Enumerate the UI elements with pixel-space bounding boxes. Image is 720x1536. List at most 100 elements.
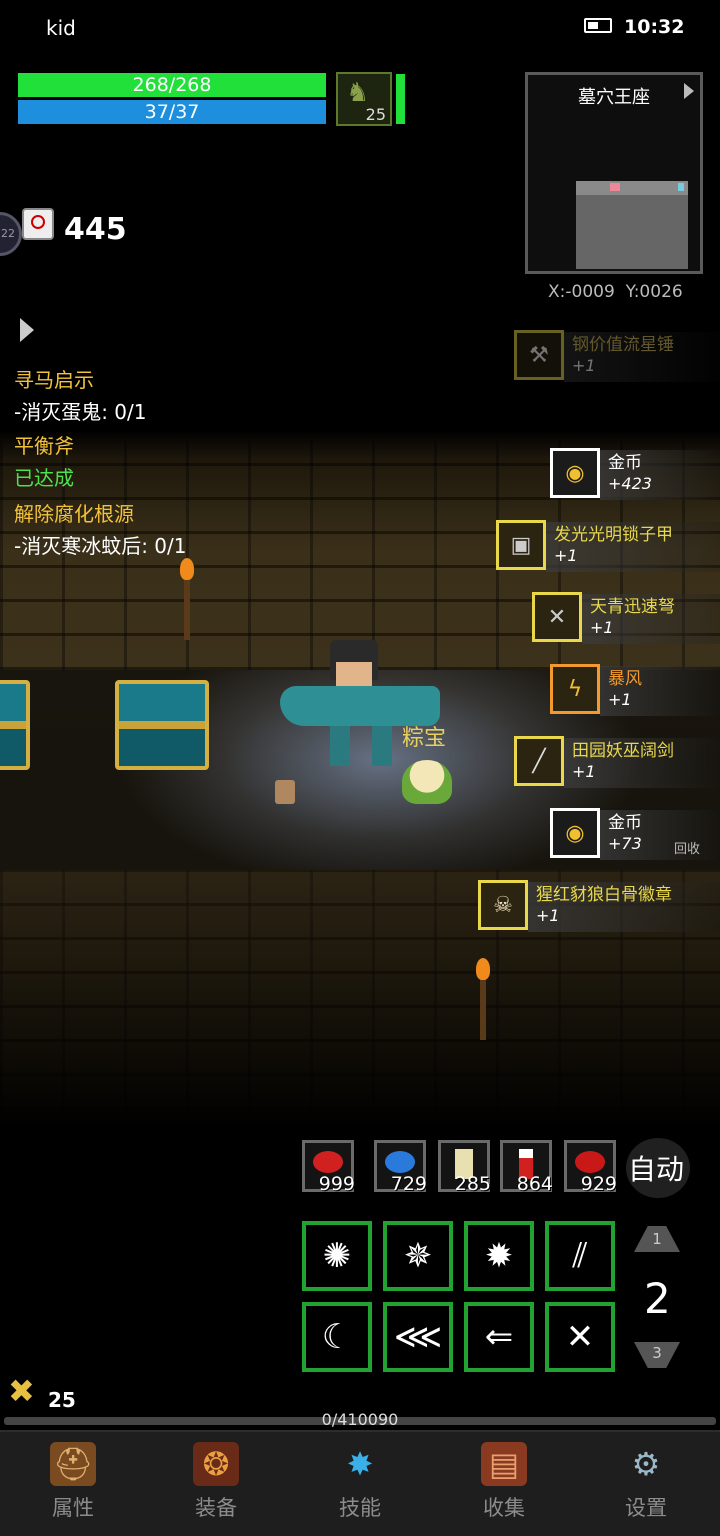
slash-icon: ⫽	[572, 1236, 588, 1276]
scroll-potion-slot[interactable]: 285	[438, 1140, 491, 1195]
tab-collection[interactable]: ▤ 收集	[454, 1442, 554, 1522]
quest-title: 平衡斧	[14, 434, 74, 458]
loot-count: +1	[608, 690, 632, 709]
arrow-icon: ⇐	[484, 1317, 514, 1357]
badge-icon: ☠	[478, 880, 528, 930]
player-level: 25	[48, 1388, 76, 1412]
gold-coin-icon: ◉	[550, 808, 600, 858]
loot-name: 猩红豺狼白骨徽章	[536, 885, 672, 905]
quest-progress: -消灭蛋鬼: 0/1	[14, 400, 147, 424]
carrier-label: kid	[46, 16, 76, 40]
pet-name: 粽宝	[402, 726, 447, 751]
rice-dumpling-pet-icon	[402, 760, 452, 804]
quest-status: 已达成	[14, 466, 74, 490]
pet-energy-bar	[396, 74, 405, 124]
tab-equipment[interactable]: ❂ 装备	[166, 1442, 266, 1522]
loot-count: +1	[590, 618, 614, 637]
red-vial-slot[interactable]: 864	[500, 1140, 553, 1195]
armor-icon: ▣	[496, 520, 546, 570]
gold-coin-icon: ◉	[550, 448, 600, 498]
skill-page-up-button[interactable]: 1	[634, 1226, 680, 1252]
skill-slot-crab[interactable]: ✺	[302, 1221, 372, 1291]
page-down-label: 3	[652, 1344, 662, 1362]
loot-count: +423	[608, 474, 652, 493]
loot-name: 金币	[608, 453, 642, 473]
loot-count: +1	[536, 906, 560, 925]
loot-entry: ⚒ 钢价值流星锤 +1	[514, 330, 720, 390]
claw-icon: ☾	[321, 1317, 353, 1357]
quest-progress: -消灭寒冰蚊后: 0/1	[14, 534, 187, 558]
skill-slot-spider[interactable]: ✹	[464, 1221, 534, 1291]
loot-count: +73	[608, 834, 642, 853]
battery-icon	[584, 18, 612, 33]
loot-name: 钢价值流星锤	[572, 335, 674, 355]
skill-gem-icon: ✸	[346, 1445, 374, 1483]
tab-label: 装备	[195, 1496, 237, 1520]
storm-icon: ϟ	[550, 664, 600, 714]
quest-collapse-icon[interactable]	[20, 318, 34, 342]
loot-entry: ╱ 田园妖巫阔剑 +1	[514, 736, 720, 796]
loot-name: 发光光明锁子甲	[554, 525, 673, 545]
skill-page-number: 2	[644, 1274, 671, 1323]
potion-count: 999	[318, 1173, 355, 1195]
loot-count: +1	[572, 356, 596, 375]
scroll-item-icon[interactable]	[275, 780, 295, 804]
bag-icon: ❂	[193, 1442, 239, 1486]
torch-icon	[476, 958, 490, 1040]
red-meat-slot[interactable]: 929	[564, 1140, 617, 1195]
gear-icon: ⚙	[631, 1445, 661, 1483]
loot-entry: ☠ 猩红豺狼白骨徽章 +1	[478, 880, 720, 940]
skill-slot-bug[interactable]: ✵	[383, 1221, 453, 1291]
skill-slot-cross-swords[interactable]: ✕	[545, 1302, 615, 1372]
blue-meat-potion-slot[interactable]: 729	[374, 1140, 427, 1195]
skill-page-down-button[interactable]: 3	[634, 1342, 680, 1368]
treasure-chest-icon[interactable]	[115, 680, 209, 770]
loot-name: 暴风	[608, 669, 642, 689]
spider-icon: ✹	[484, 1236, 514, 1276]
potion-count: 285	[454, 1173, 491, 1195]
coordinates: X:-0009 Y:0026	[548, 282, 683, 302]
loot-entry: ✕ 天青迅速弩 +1	[532, 592, 720, 652]
skill-slot-claw[interactable]: ☾	[302, 1302, 372, 1372]
expand-icon[interactable]	[684, 83, 694, 99]
bug-icon: ✵	[403, 1236, 433, 1276]
portal-marker-icon	[678, 183, 684, 191]
clock-time: 10:32	[624, 16, 685, 38]
mp-bar: 37/37	[18, 100, 326, 124]
tab-label: 技能	[339, 1496, 381, 1520]
treasure-chest-icon[interactable]	[0, 680, 30, 770]
meat-icon	[313, 1151, 343, 1173]
pet-portrait[interactable]: ♞ 25	[336, 72, 392, 126]
tab-label: 设置	[625, 1496, 667, 1520]
tab-attributes[interactable]: ⛑ 属性	[23, 1442, 123, 1522]
skill-slot-wave[interactable]: ⋘	[383, 1302, 453, 1372]
quest-title: 解除腐化根源	[14, 502, 134, 526]
status-bar: kid 10:32	[0, 0, 720, 56]
crossbow-icon: ✕	[532, 592, 582, 642]
tab-skills[interactable]: ✸ 技能	[310, 1442, 410, 1522]
blue-meat-icon	[385, 1151, 415, 1173]
auto-button[interactable]: 自动	[626, 1138, 690, 1198]
potion-count: 729	[390, 1173, 427, 1195]
minimap-title: 墓穴王座	[578, 87, 650, 108]
helmet-icon: ⛑	[50, 1442, 96, 1486]
hp-bar: 268/268	[18, 73, 326, 97]
skill-slot-slash[interactable]: ⫽	[545, 1221, 615, 1291]
clock-icon	[22, 208, 54, 240]
tab-label: 收集	[483, 1496, 525, 1520]
player-marker-icon	[610, 183, 620, 191]
minimap[interactable]: 墓穴王座	[525, 72, 703, 274]
quest-list[interactable]: 寻马启示 -消灭蛋鬼: 0/1 平衡斧 已达成 解除腐化根源 -消灭寒冰蚊后: …	[14, 364, 314, 562]
meat-potion-slot[interactable]: 999	[302, 1140, 355, 1195]
mace-icon: ⚒	[514, 330, 564, 380]
side-badge[interactable]: 22	[0, 212, 22, 256]
timer-count: 445	[64, 212, 127, 247]
recycle-note[interactable]: 回收	[674, 838, 700, 857]
crossed-bones-icon: ✖	[8, 1372, 35, 1410]
loot-entry: ▣ 发光光明锁子甲 +1	[496, 520, 720, 580]
dragon-pet-icon: ♞	[346, 78, 370, 108]
skill-slot-arrow[interactable]: ⇐	[464, 1302, 534, 1372]
cross-swords-icon: ✕	[565, 1317, 595, 1357]
tab-settings[interactable]: ⚙ 设置	[596, 1442, 696, 1522]
potion-count: 929	[580, 1173, 617, 1195]
